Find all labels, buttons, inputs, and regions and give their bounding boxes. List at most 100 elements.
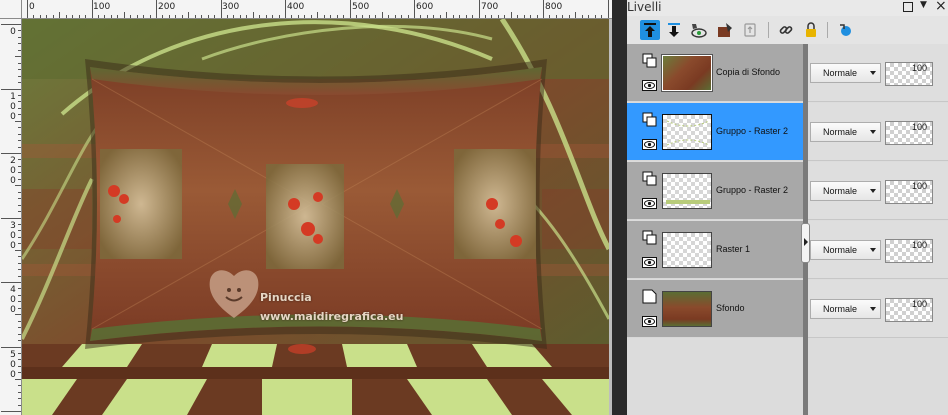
ruler-tick xyxy=(18,262,21,264)
layer-group-icon[interactable] xyxy=(642,53,657,68)
eye-icon[interactable] xyxy=(642,139,657,150)
app-window: 0 100 200 300 400 500 600 700 800 0 100 20… xyxy=(0,0,948,415)
ruler-tick xyxy=(18,301,21,303)
ruler-tick xyxy=(523,15,525,18)
ruler-tick xyxy=(91,0,93,18)
layer-group-icon[interactable] xyxy=(642,171,657,186)
eye-icon[interactable] xyxy=(642,316,657,327)
ruler-tick xyxy=(18,243,21,245)
layer-thumbnail xyxy=(662,291,712,327)
layers-list: Copia di Sfondo Normale 100 Gruppo - Ras… xyxy=(627,44,948,415)
layer-name: Copia di Sfondo xyxy=(716,67,781,77)
layer-row[interactable]: Gruppo - Raster 2 xyxy=(627,103,807,161)
layer-group-icon[interactable] xyxy=(642,230,657,245)
toolbar-separator xyxy=(768,22,769,38)
panel-menu-icon[interactable]: ▼ xyxy=(920,0,927,10)
ruler-tick xyxy=(581,15,583,18)
ruler-tick xyxy=(330,15,332,18)
ruler-tick xyxy=(18,340,21,342)
ruler-tick xyxy=(33,15,35,18)
opacity-field[interactable]: 100 xyxy=(885,298,933,322)
layer-properties: Normale 100 xyxy=(807,221,948,279)
chevron-down-icon xyxy=(870,248,876,252)
ruler-left-label: 0 xyxy=(10,27,16,37)
background-layer-icon[interactable] xyxy=(642,289,657,304)
duplicate-layer-icon[interactable] xyxy=(740,20,760,40)
ruler-top-label: 600 xyxy=(416,2,434,12)
opacity-field[interactable]: 100 xyxy=(885,62,933,86)
ruler-tick xyxy=(18,69,21,71)
move-layer-down-icon[interactable] xyxy=(664,20,684,40)
eye-icon[interactable] xyxy=(642,257,657,268)
panel-splitter[interactable] xyxy=(612,0,627,415)
ruler-tick xyxy=(18,204,21,206)
blend-mode-dropdown[interactable]: Normale xyxy=(810,299,881,319)
ruler-tick xyxy=(85,15,87,18)
layer-group-icon[interactable] xyxy=(642,112,657,127)
blend-mode-value: Normale xyxy=(823,186,858,196)
layer-name: Raster 1 xyxy=(716,244,751,254)
opacity-field[interactable]: 100 xyxy=(885,121,933,145)
layer-row[interactable]: Copia di Sfondo xyxy=(627,44,807,102)
blend-mode-value: Normale xyxy=(823,68,858,78)
ruler-tick xyxy=(304,15,306,18)
ruler-tick xyxy=(1,282,21,283)
ruler-tick xyxy=(233,15,235,18)
ruler-tick xyxy=(394,15,396,18)
reset-icon[interactable] xyxy=(835,20,855,40)
mask-visibility-icon[interactable] xyxy=(688,20,708,40)
ruler-tick xyxy=(18,43,21,45)
opacity-field[interactable]: 100 xyxy=(885,180,933,204)
ruler-tick xyxy=(362,15,364,18)
ruler-tick xyxy=(607,0,609,18)
ruler-tick xyxy=(18,327,21,329)
ruler-tick xyxy=(259,15,261,18)
layer-row[interactable]: Raster 1 xyxy=(627,221,807,279)
ruler-tick xyxy=(130,15,132,18)
ruler-tick xyxy=(181,15,183,18)
ruler-tick xyxy=(18,159,21,161)
link-icon[interactable] xyxy=(776,20,796,40)
blend-mode-dropdown[interactable]: Normale xyxy=(810,63,881,83)
eye-icon[interactable] xyxy=(642,80,657,91)
ruler-top: 0 100 200 300 400 500 600 700 800 xyxy=(22,0,612,19)
eye-icon[interactable] xyxy=(642,198,657,209)
ruler-tick xyxy=(555,15,557,18)
ruler-tick xyxy=(18,140,21,142)
ruler-top-label: 200 xyxy=(158,2,176,12)
move-layer-up-icon[interactable] xyxy=(640,20,660,40)
image-canvas[interactable]: Pinuccia www.maidiregrafica.eu xyxy=(22,19,609,415)
ruler-tick xyxy=(543,0,544,18)
ruler-tick xyxy=(375,15,377,18)
blend-mode-dropdown[interactable]: Normale xyxy=(810,122,881,142)
ruler-tick xyxy=(278,15,280,18)
ruler-tick xyxy=(433,15,435,18)
blend-mode-dropdown[interactable]: Normale xyxy=(810,240,881,260)
layer-row[interactable]: Sfondo xyxy=(627,280,807,338)
ruler-tick xyxy=(562,15,564,18)
blend-mode-dropdown[interactable]: Normale xyxy=(810,181,881,201)
ruler-tick xyxy=(18,372,21,374)
layer-properties: Normale 100 xyxy=(807,280,948,338)
close-icon[interactable]: × xyxy=(935,0,947,14)
opacity-field[interactable]: 100 xyxy=(885,239,933,263)
poppy-tile-left xyxy=(100,149,182,259)
ruler-tick xyxy=(401,15,403,18)
ruler-tick xyxy=(18,398,21,400)
ruler-tick xyxy=(336,15,338,18)
ruler-tick xyxy=(156,0,157,18)
ruler-tick xyxy=(536,15,538,18)
layer-row[interactable]: Gruppo - Raster 2 xyxy=(627,162,807,220)
ruler-tick xyxy=(162,15,164,18)
ruler-tick xyxy=(39,15,41,18)
paint-layer-icon[interactable] xyxy=(715,20,735,40)
ruler-tick xyxy=(452,15,454,18)
ruler-tick xyxy=(18,198,21,200)
ruler-tick xyxy=(504,15,506,18)
lock-icon[interactable] xyxy=(801,20,821,40)
ruler-left-label: 300 xyxy=(10,220,16,251)
blend-mode-value: Normale xyxy=(823,127,858,137)
maximize-icon[interactable] xyxy=(903,2,913,12)
layers-toolbar xyxy=(627,16,948,44)
ruler-tick xyxy=(18,256,21,258)
